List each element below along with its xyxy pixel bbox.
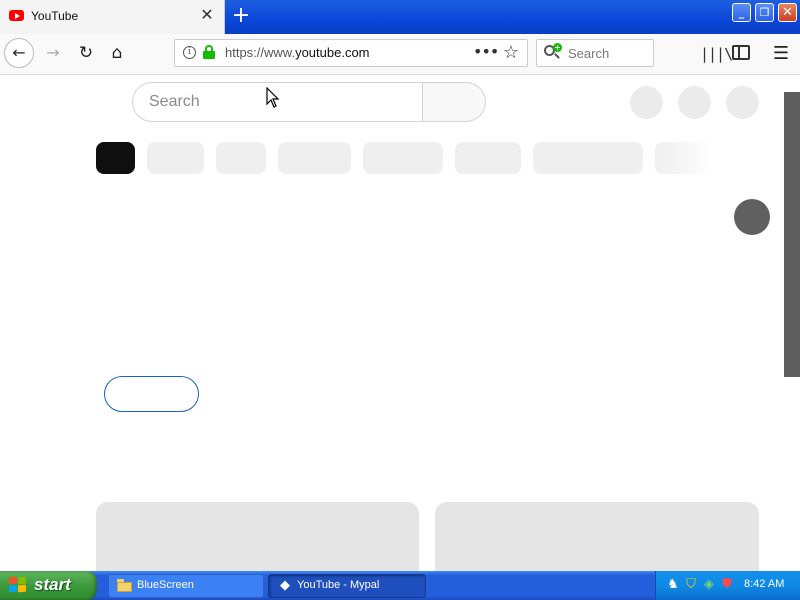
lock-icon bbox=[203, 45, 215, 59]
youtube-search-placeholder: Search bbox=[149, 93, 200, 110]
taskbar-item-bluescreen[interactable]: BlueScreen bbox=[108, 574, 264, 598]
network-tray-icon[interactable]: ♞ bbox=[666, 577, 680, 592]
browser-search-box[interactable]: + Search bbox=[536, 39, 654, 67]
browser-search-placeholder: Search bbox=[568, 46, 610, 61]
youtube-search-button[interactable] bbox=[422, 82, 486, 122]
site-info-icon[interactable]: i bbox=[183, 46, 196, 59]
folder-icon bbox=[117, 579, 133, 593]
tab-close-icon[interactable]: ✕ bbox=[198, 6, 216, 24]
home-button[interactable]: ⌂ bbox=[106, 42, 128, 64]
page-scrollbar[interactable] bbox=[784, 92, 800, 377]
forward-button[interactable]: → bbox=[42, 42, 64, 64]
filter-chip[interactable] bbox=[533, 142, 643, 174]
back-button[interactable]: ← bbox=[4, 38, 34, 68]
new-tab-button[interactable]: + bbox=[230, 5, 252, 27]
antivirus-shield-tray-icon[interactable]: ⛊ bbox=[720, 577, 734, 592]
start-button[interactable]: start bbox=[0, 571, 97, 600]
library-icon[interactable]: |||\ bbox=[700, 43, 733, 65]
hamburger-menu-icon[interactable]: ☰ bbox=[770, 43, 792, 65]
avatar[interactable] bbox=[726, 86, 759, 119]
outline-button-placeholder[interactable] bbox=[104, 376, 199, 412]
video-thumbnail-placeholder[interactable] bbox=[96, 502, 419, 572]
youtube-favicon-icon bbox=[9, 10, 24, 21]
minimize-button[interactable]: _ bbox=[732, 3, 751, 22]
security-shield-tray-icon[interactable]: ⛉ bbox=[684, 577, 698, 592]
filter-chip[interactable] bbox=[278, 142, 351, 174]
header-icon-placeholder[interactable] bbox=[678, 86, 711, 119]
filter-chip-selected[interactable] bbox=[96, 142, 135, 174]
video-thumbnail-placeholder[interactable] bbox=[435, 502, 759, 572]
filter-chip[interactable] bbox=[655, 142, 715, 174]
filter-chip[interactable] bbox=[363, 142, 443, 174]
header-icon-placeholder[interactable] bbox=[630, 86, 663, 119]
mypal-browser-icon: ◆ bbox=[280, 578, 290, 593]
close-window-button[interactable]: ✕ bbox=[778, 3, 797, 22]
url-host: youtube.com bbox=[295, 45, 370, 60]
bookmark-star-icon[interactable]: ☆ bbox=[501, 43, 521, 63]
windows-logo-icon bbox=[9, 576, 27, 593]
page-actions-icon[interactable]: ••• bbox=[473, 43, 499, 63]
taskbar-item-label: BlueScreen bbox=[137, 579, 194, 591]
update-tray-icon[interactable]: ◈ bbox=[702, 577, 716, 592]
browser-tab[interactable]: YouTube ✕ bbox=[0, 0, 225, 34]
chip-scroll-next-button[interactable] bbox=[734, 199, 770, 235]
reload-button[interactable]: ↻ bbox=[75, 42, 97, 64]
filter-chip[interactable] bbox=[455, 142, 521, 174]
url-text[interactable]: https://www.youtube.com bbox=[225, 45, 370, 60]
clock[interactable]: 8:42 AM bbox=[744, 578, 784, 590]
filter-chip[interactable] bbox=[147, 142, 204, 174]
system-tray: ♞ ⛉ ◈ ⛊ 8:42 AM bbox=[655, 571, 800, 600]
title-bar: YouTube ✕ + _ ❐ ✕ bbox=[0, 0, 800, 34]
url-scheme: https://www. bbox=[225, 45, 296, 60]
tab-title: YouTube bbox=[31, 9, 79, 23]
taskbar-item-youtube-mypal[interactable]: ◆ YouTube - Mypal bbox=[268, 574, 426, 598]
filter-chip[interactable] bbox=[216, 142, 266, 174]
taskbar: start BlueScreen ◆ YouTube - Mypal ♞ ⛉ ◈… bbox=[0, 571, 800, 600]
start-label: start bbox=[34, 575, 71, 594]
sidebar-toggle-icon[interactable] bbox=[732, 45, 750, 60]
search-engine-icon[interactable]: + bbox=[544, 43, 562, 61]
navigation-toolbar: ← → ↻ ⌂ i https://www.youtube.com ••• ☆ … bbox=[0, 34, 800, 75]
address-bar[interactable]: i https://www.youtube.com ••• ☆ bbox=[174, 39, 528, 67]
taskbar-item-label: YouTube - Mypal bbox=[297, 579, 380, 591]
mouse-cursor-icon bbox=[266, 87, 280, 108]
maximize-button[interactable]: ❐ bbox=[755, 3, 774, 22]
